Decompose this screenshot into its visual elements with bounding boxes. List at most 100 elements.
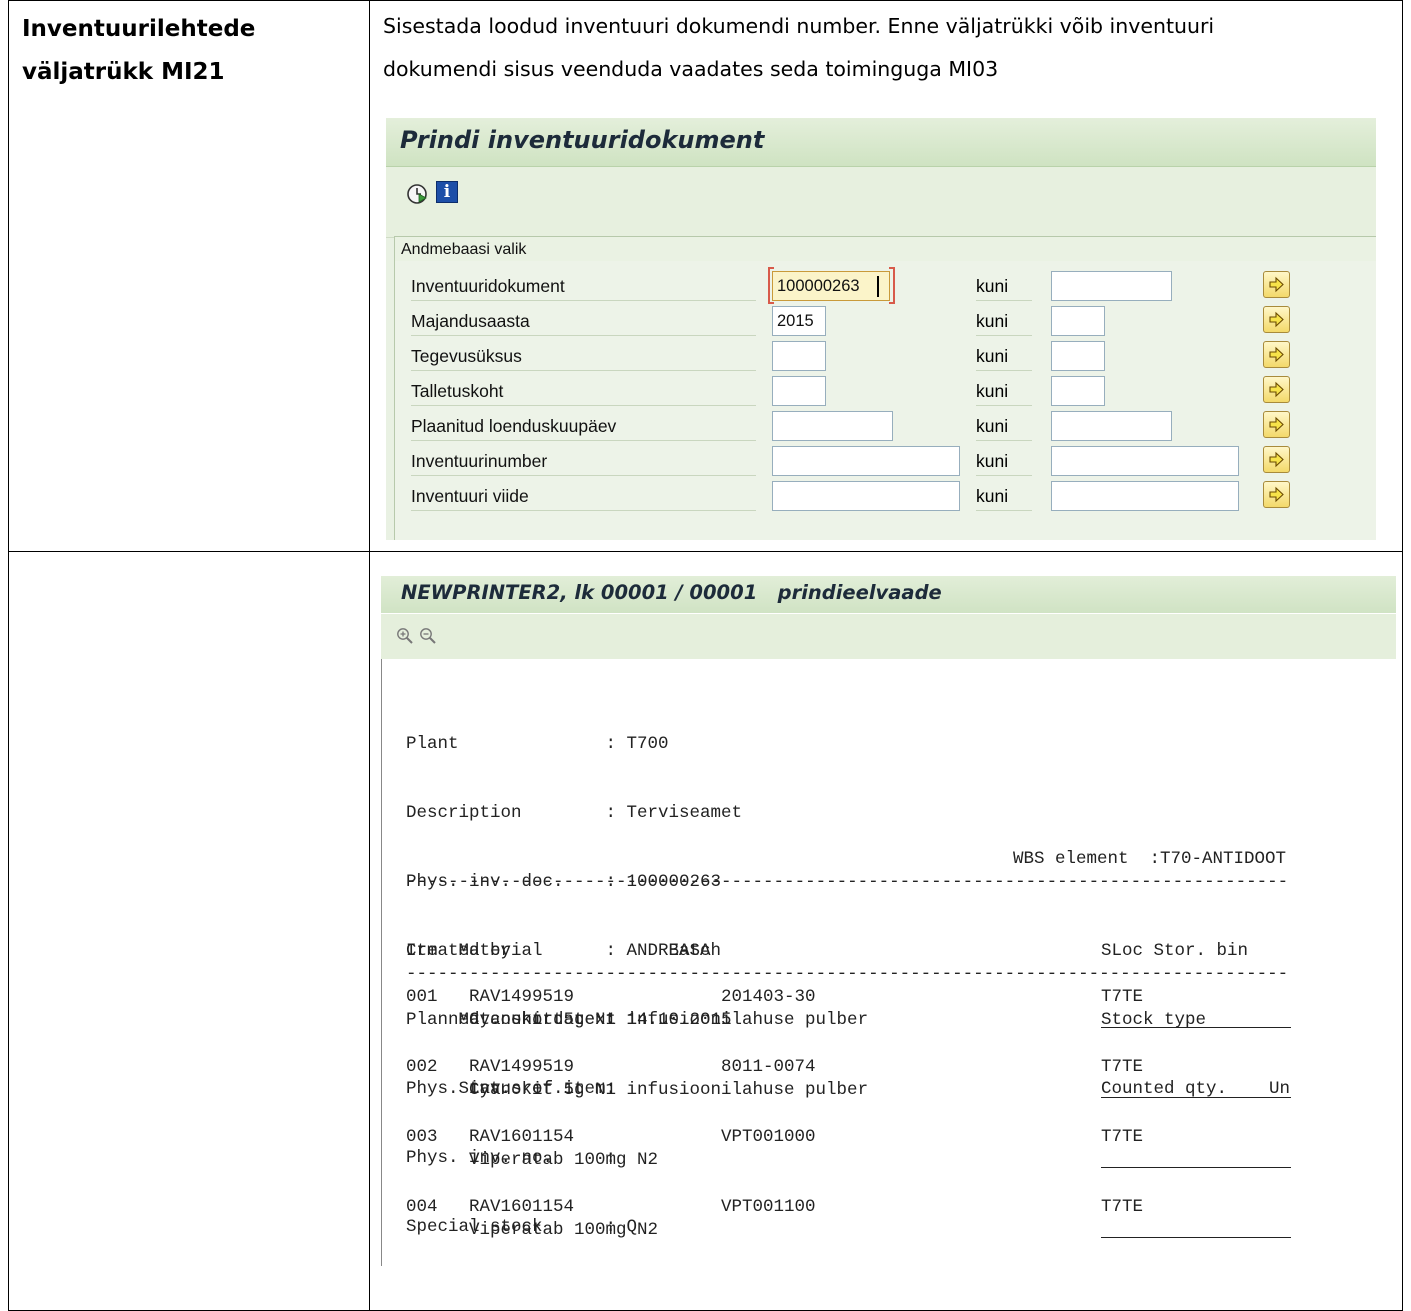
column-header-line: Stock type	[1101, 1010, 1207, 1030]
item-material: RAV1499519	[469, 1057, 575, 1077]
focus-bracket-right	[889, 267, 895, 304]
step-title-line2: väljatrükk MI21	[22, 59, 225, 85]
item-short-text: Viperatab 100mg N2	[469, 1220, 659, 1240]
fiscal-year-from-input[interactable]: 2015	[772, 306, 826, 336]
inventory-document-to-input[interactable]	[1051, 271, 1172, 301]
group-header: Andmebaasi valik	[394, 236, 1376, 262]
counted-qty-line	[1101, 1027, 1291, 1028]
multiple-selection-button[interactable]	[1263, 306, 1290, 333]
step-title-line1: Inventuurilehtede	[22, 16, 256, 42]
kuni-label: kuni	[976, 342, 1032, 371]
preview-page: Plant : T700 Description : Terviseamet P…	[381, 659, 1396, 1266]
screen-title: Prindi inventuuridokument	[400, 126, 765, 154]
application-toolbar: i	[386, 167, 1376, 238]
kuni-label: kuni	[976, 447, 1032, 476]
item-number: 003	[406, 1127, 438, 1147]
multiple-selection-arrow-icon	[1269, 311, 1284, 328]
counted-qty-line	[1101, 1167, 1291, 1168]
multiple-selection-button[interactable]	[1263, 376, 1290, 403]
multiple-selection-arrow-icon	[1269, 276, 1284, 293]
multiple-selection-button[interactable]	[1263, 411, 1290, 438]
preview-title: NEWPRINTER2, lk 00001 / 00001 prindieelv…	[401, 581, 942, 604]
kuni-label: kuni	[976, 412, 1032, 441]
kuni-label: kuni	[976, 307, 1032, 336]
multiple-selection-button[interactable]	[1263, 271, 1290, 298]
field-label: Inventuuri viide	[411, 482, 756, 511]
plant-to-input[interactable]	[1051, 341, 1105, 371]
header-line: Description : Terviseamet	[406, 803, 743, 823]
counted-qty-line	[1101, 1097, 1291, 1098]
separator-line: ----------------------------------------…	[406, 964, 1289, 984]
multiple-selection-button[interactable]	[1263, 341, 1290, 368]
fiscal-year-to-input[interactable]	[1051, 306, 1105, 336]
item-sloc: T7TE	[1101, 1197, 1144, 1217]
column-header-line: SLoc Stor. bin	[1101, 941, 1249, 961]
inventory-document-from-input[interactable]: 100000263	[772, 271, 890, 301]
separator-line: ----------------------------------------…	[406, 872, 1289, 892]
info-glyph: i	[443, 182, 451, 202]
item-sloc: T7TE	[1101, 1057, 1144, 1077]
field-label: Majandusaasta	[411, 307, 756, 336]
focus-bracket-left	[768, 267, 774, 304]
instruction-text: Sisestada loodud inventuuri dokumendi nu…	[383, 9, 1214, 86]
zoom-out-icon[interactable]	[419, 627, 437, 645]
counted-qty-line	[1101, 1237, 1291, 1238]
item-short-text: Cyanokit 5g N1 infusioonilahuse pulber	[469, 1010, 869, 1030]
item-short-text: Cyanokit 5g N1 infusioonilahuse pulber	[469, 1080, 869, 1100]
field-label: Inventuuridokument	[411, 272, 756, 301]
preview-toolbar	[381, 614, 1396, 660]
wbs-element: WBS element :T70-ANTIDOOT	[1013, 849, 1287, 869]
plant-from-input[interactable]	[772, 341, 826, 371]
multiple-selection-arrow-icon	[1269, 381, 1284, 398]
screen-title-bar: Prindi inventuuridokument	[386, 118, 1376, 167]
item-sloc: T7TE	[1101, 1127, 1144, 1147]
multiple-selection-button[interactable]	[1263, 481, 1290, 508]
preview-title-bar: NEWPRINTER2, lk 00001 / 00001 prindieelv…	[381, 576, 1396, 613]
column-headers-right: SLoc Stor. bin Stock type Counted qty. U…	[1101, 894, 1290, 1147]
field-label: Inventuurinumber	[411, 447, 756, 476]
instruction-line1: Sisestada loodud inventuuri dokumendi nu…	[383, 14, 1215, 38]
planned-count-date-from-input[interactable]	[772, 411, 893, 441]
item-number: 004	[406, 1197, 438, 1217]
kuni-label: kuni	[976, 482, 1032, 511]
kuni-label: kuni	[976, 377, 1032, 406]
storage-location-from-input[interactable]	[772, 376, 826, 406]
item-number: 002	[406, 1057, 438, 1077]
header-line: Plant : T700	[406, 734, 669, 754]
field-label: Tegevusüksus	[411, 342, 756, 371]
item-material: RAV1601154	[469, 1197, 575, 1217]
item-batch: 8011-0074	[721, 1057, 816, 1077]
item-short-text: Viperatab 100mg N2	[469, 1150, 659, 1170]
zoom-in-icon[interactable]	[396, 627, 414, 645]
text-cursor	[877, 276, 879, 297]
field-label: Plaanitud loenduskuupäev	[411, 412, 756, 441]
item-material: RAV1601154	[469, 1127, 575, 1147]
step-title: Inventuurilehtede väljatrükk MI21	[22, 12, 255, 89]
inventory-number-to-input[interactable]	[1051, 446, 1239, 476]
item-batch: VPT001100	[721, 1197, 816, 1217]
multiple-selection-arrow-icon	[1269, 346, 1284, 363]
clock-execute-icon[interactable]	[405, 182, 429, 206]
planned-count-date-to-input[interactable]	[1051, 411, 1172, 441]
kuni-label: kuni	[976, 272, 1032, 301]
multiple-selection-arrow-icon	[1269, 416, 1284, 433]
table-cell-empty	[8, 551, 370, 1311]
multiple-selection-arrow-icon	[1269, 486, 1284, 503]
column-header-line: Itm Material Batch	[406, 941, 722, 961]
sap-print-preview-screen: NEWPRINTER2, lk 00001 / 00001 prindieelv…	[381, 576, 1396, 1266]
inventory-number-from-input[interactable]	[772, 446, 960, 476]
item-sloc: T7TE	[1101, 987, 1144, 1007]
inventory-reference-to-input[interactable]	[1051, 481, 1239, 511]
item-batch: 201403-30	[721, 987, 816, 1007]
sap-print-inventory-screen: Prindi inventuuridokument i Andmebaasi v…	[386, 118, 1376, 540]
item-batch: VPT001000	[721, 1127, 816, 1147]
multiple-selection-arrow-icon	[1269, 451, 1284, 468]
instruction-line2: dokumendi sisus veenduda vaadates seda t…	[383, 57, 999, 81]
item-number: 001	[406, 987, 438, 1007]
multiple-selection-button[interactable]	[1263, 446, 1290, 473]
field-label: Talletuskoht	[411, 377, 756, 406]
item-material: RAV1499519	[469, 987, 575, 1007]
info-icon[interactable]: i	[436, 181, 458, 203]
inventory-reference-from-input[interactable]	[772, 481, 960, 511]
storage-location-to-input[interactable]	[1051, 376, 1105, 406]
